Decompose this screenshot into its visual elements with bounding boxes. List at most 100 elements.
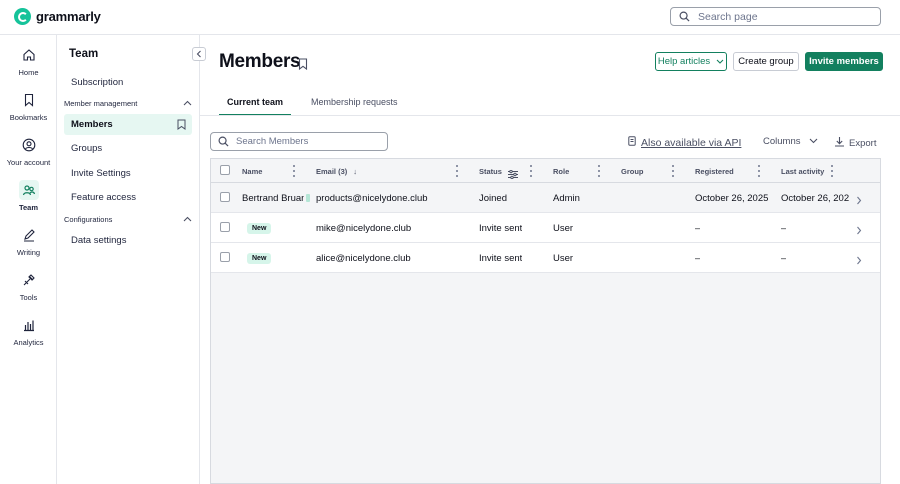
main-content: Members Help articles Create group Invit… — [200, 35, 900, 484]
help-articles-label: Help articles — [657, 56, 711, 67]
bookmark-icon — [19, 90, 39, 110]
pen-icon — [19, 225, 39, 245]
member-registered: – — [695, 222, 701, 234]
members-table: Name Email (3) ↓ Status Role Group Regis… — [210, 158, 881, 484]
subnav-item-groups[interactable]: Groups — [64, 138, 192, 159]
member-name: Bertrand Bruan — [242, 192, 304, 204]
member-role: User — [553, 252, 574, 264]
rail-item-your-account[interactable]: Your account — [0, 135, 57, 167]
column-menu-icon[interactable] — [292, 165, 296, 177]
row-checkbox[interactable] — [220, 192, 230, 202]
chevron-right-icon[interactable] — [856, 222, 862, 240]
table-row[interactable]: New alice@nicelydone.club Invite sent Us… — [211, 243, 880, 273]
rail-item-writing[interactable]: Writing — [0, 225, 57, 257]
search-icon — [679, 11, 690, 22]
divider — [200, 115, 900, 116]
column-header-registered[interactable]: Registered — [695, 159, 734, 183]
table-row[interactable]: New mike@nicelydone.club Invite sent Use… — [211, 213, 880, 243]
search-page-field[interactable] — [670, 7, 881, 26]
column-header-name[interactable]: Name — [242, 159, 262, 183]
api-doc-icon — [628, 136, 636, 149]
chevron-down-icon — [716, 56, 724, 67]
member-name-cell: New — [247, 213, 272, 243]
rail-label: Analytics — [13, 338, 44, 347]
subnav-item-label: Members — [71, 119, 113, 130]
column-menu-icon[interactable] — [757, 165, 761, 177]
table-row[interactable]: Bertrand Bruan products@nicelydone.club … — [211, 183, 880, 213]
export-label: Export — [849, 137, 877, 149]
left-rail: Home Bookmarks Your account Team Writing… — [0, 35, 57, 484]
collapse-sidebar-button[interactable] — [192, 47, 206, 61]
search-page-input[interactable] — [698, 10, 868, 23]
rail-item-home[interactable]: Home — [0, 45, 57, 77]
member-last-activity: – — [781, 252, 787, 264]
column-menu-icon[interactable] — [830, 165, 834, 177]
member-status: Joined — [479, 192, 507, 204]
filter-icon[interactable] — [508, 166, 518, 184]
search-members-field[interactable] — [210, 132, 388, 151]
column-header-role[interactable]: Role — [553, 159, 569, 183]
logo[interactable]: grammarly — [14, 8, 101, 25]
search-icon — [218, 136, 229, 147]
rail-label: Tools — [19, 293, 38, 302]
member-last-activity: – — [781, 222, 787, 234]
tab-membership-requests[interactable]: Membership requests — [303, 97, 406, 116]
bookmark-icon[interactable] — [298, 57, 308, 75]
member-role: User — [553, 222, 574, 234]
team-subnav: Team Subscription Member management Memb… — [57, 35, 200, 484]
row-checkbox[interactable] — [220, 222, 230, 232]
column-menu-icon[interactable] — [455, 165, 459, 177]
api-link-label: Also available via API — [641, 136, 742, 149]
tab-current-team[interactable]: Current team — [219, 97, 292, 116]
section-member-management[interactable]: Member management — [64, 99, 192, 108]
section-label: Member management — [64, 99, 138, 108]
row-checkbox[interactable] — [220, 252, 230, 262]
member-status: Invite sent — [479, 252, 523, 264]
rail-item-tools[interactable]: Tools — [0, 270, 57, 302]
section-label: Configurations — [64, 215, 113, 224]
column-menu-icon[interactable] — [529, 165, 533, 177]
member-name-cell: New — [247, 243, 272, 273]
column-menu-icon[interactable] — [671, 165, 675, 177]
chevron-down-icon — [809, 136, 818, 147]
sort-arrow-icon: ↓ — [353, 166, 358, 176]
chevron-up-icon — [183, 99, 192, 108]
subnav-item-subscription[interactable]: Subscription — [64, 72, 192, 93]
column-header-email[interactable]: Email (3) ↓ — [316, 159, 357, 183]
rail-label: Home — [18, 68, 39, 77]
subnav-item-data-settings[interactable]: Data settings — [64, 230, 192, 251]
column-menu-icon[interactable] — [597, 165, 601, 177]
rail-label: Writing — [16, 248, 41, 257]
chevron-right-icon[interactable] — [856, 192, 862, 210]
subnav-item-invite-settings[interactable]: Invite Settings — [64, 163, 192, 184]
rail-item-team[interactable]: Team — [0, 180, 57, 212]
columns-button[interactable]: Columns — [763, 136, 818, 147]
section-configurations[interactable]: Configurations — [64, 215, 192, 224]
rail-label: Bookmarks — [9, 113, 48, 122]
tools-icon — [19, 270, 39, 290]
bookmark-icon[interactable] — [177, 119, 186, 133]
member-registered: October 26, 2025 — [695, 192, 769, 204]
analytics-icon — [19, 315, 39, 335]
grammarly-logo-icon — [14, 8, 31, 25]
invite-members-button[interactable]: Invite members — [805, 52, 883, 71]
rail-item-bookmarks[interactable]: Bookmarks — [0, 90, 57, 122]
chevron-right-icon[interactable] — [856, 252, 862, 270]
create-group-button[interactable]: Create group — [733, 52, 799, 71]
select-all-checkbox[interactable] — [220, 165, 230, 175]
column-header-status[interactable]: Status — [479, 159, 502, 183]
column-header-label: Email (3) — [316, 166, 348, 176]
truncation-marker — [306, 194, 310, 202]
column-header-group[interactable]: Group — [621, 159, 644, 183]
member-role: Admin — [553, 192, 580, 204]
export-button[interactable]: Export — [834, 136, 876, 150]
search-members-input[interactable] — [236, 136, 376, 147]
api-link[interactable]: Also available via API — [628, 136, 741, 149]
subnav-item-feature-access[interactable]: Feature access — [64, 187, 192, 208]
help-articles-button[interactable]: Help articles — [655, 52, 727, 71]
member-email: alice@nicelydone.club — [316, 252, 411, 264]
subnav-item-members[interactable]: Members — [64, 114, 192, 135]
rail-label: Your account — [6, 158, 51, 167]
column-header-last-activity[interactable]: Last activity — [781, 159, 824, 183]
rail-item-analytics[interactable]: Analytics — [0, 315, 57, 347]
